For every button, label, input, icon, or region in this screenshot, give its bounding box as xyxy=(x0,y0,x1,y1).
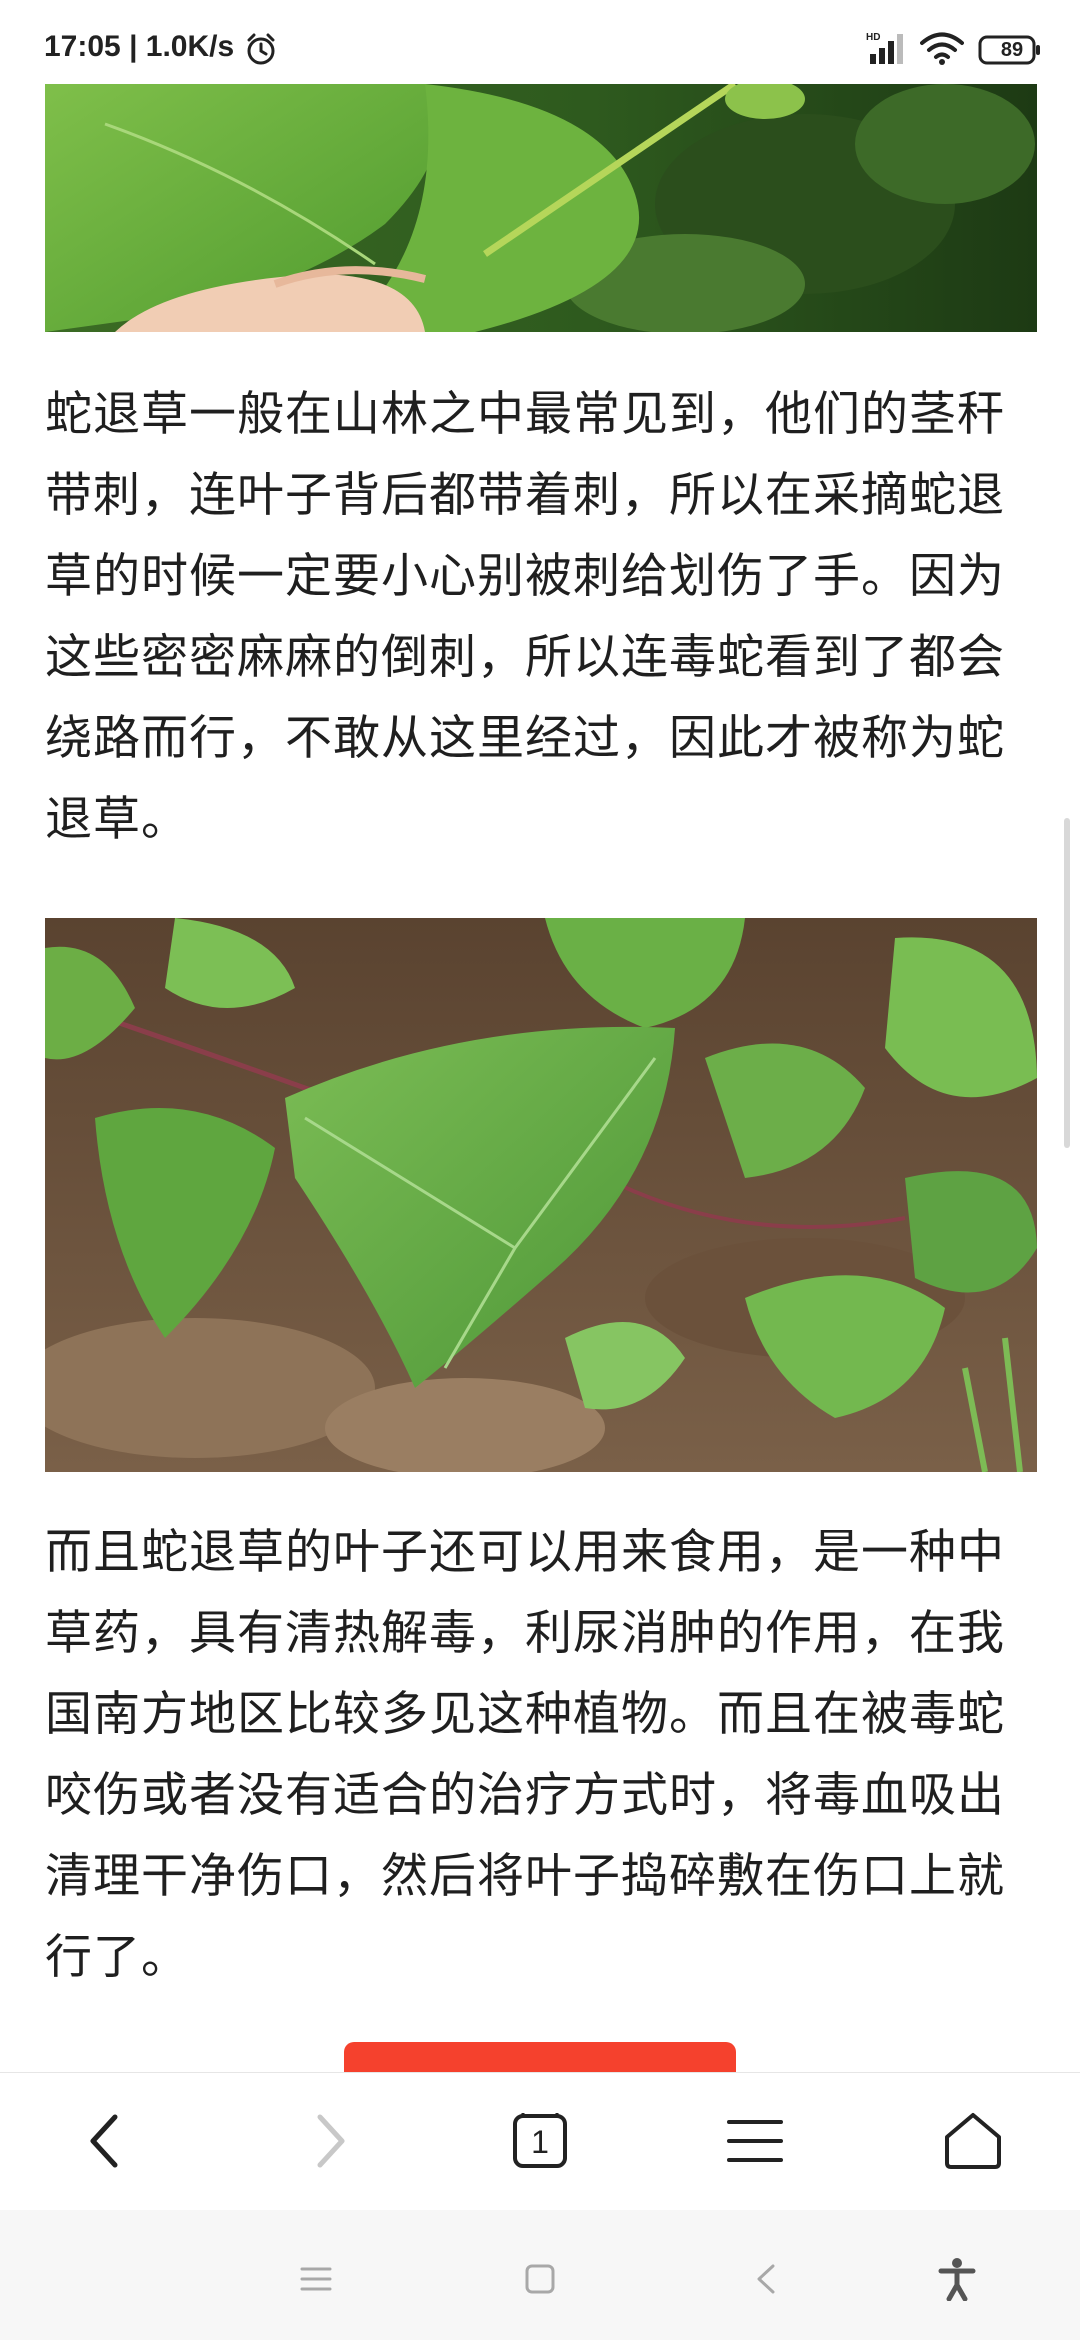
system-navigation-bar xyxy=(0,2210,1080,2340)
plant-photo-middle xyxy=(45,918,1037,1472)
article-paragraph-1: 蛇退草一般在山林之中最常见到，他们的茎秆带刺，连叶子背后都带着刺，所以在采摘蛇退… xyxy=(45,387,1005,847)
plant-photo-top xyxy=(45,84,1037,332)
home-square-icon xyxy=(523,2262,557,2299)
back-icon xyxy=(85,2111,125,2174)
svg-text:HD: HD xyxy=(866,32,880,43)
browser-toolbar: 1 xyxy=(0,2072,1080,2210)
recents-icon xyxy=(299,2264,333,2297)
tab-count: 1 xyxy=(531,2124,549,2160)
forward-icon xyxy=(310,2111,350,2174)
scroll-indicator xyxy=(1064,818,1070,1148)
system-back-button[interactable] xyxy=(736,2250,796,2310)
back-triangle-icon xyxy=(751,2262,781,2299)
home-icon xyxy=(941,2109,1005,2176)
status-time: 17:05 | 1.0K/s xyxy=(44,30,235,63)
article-paragraph-2: 而且蛇退草的叶子还可以用来食用，是一种中草药，具有清热解毒，利尿消肿的作用，在我… xyxy=(45,1525,1005,1985)
menu-icon xyxy=(725,2116,785,2169)
status-bar: 17:05 | 1.0K/s HD 89 xyxy=(0,0,1080,84)
forward-button[interactable] xyxy=(285,2097,375,2187)
battery-level: 89 xyxy=(1000,39,1024,61)
back-button[interactable] xyxy=(60,2097,150,2187)
article-content[interactable]: 蛇退草一般在山林之中最常见到，他们的茎秆带刺，连叶子背后都带着刺，所以在采摘蛇退… xyxy=(0,84,1080,2072)
accessibility-button[interactable] xyxy=(927,2250,987,2310)
system-home-button[interactable] xyxy=(510,2250,570,2310)
red-action-button[interactable] xyxy=(344,2042,736,2072)
accessibility-icon xyxy=(937,2257,977,2304)
home-button[interactable] xyxy=(928,2097,1018,2187)
recents-button[interactable] xyxy=(286,2250,346,2310)
menu-button[interactable] xyxy=(710,2097,800,2187)
tabs-button[interactable]: 1 xyxy=(495,2097,585,2187)
alarm-icon xyxy=(244,32,278,70)
